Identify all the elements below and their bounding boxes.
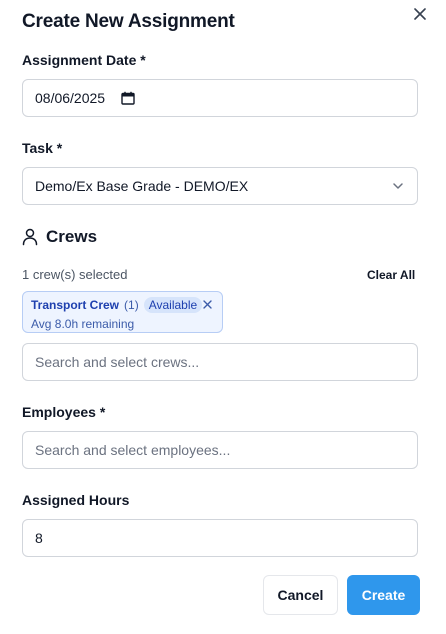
assigned-hours-label: Assigned Hours [22, 492, 130, 508]
assigned-hours-input[interactable]: 8 [22, 519, 418, 557]
crew-chip-count: (1) [124, 298, 139, 312]
crews-heading: Crews [46, 227, 98, 246]
calendar-icon[interactable] [121, 91, 135, 105]
crews-search-placeholder: Search and select crews... [35, 354, 200, 370]
close-button[interactable] [410, 4, 430, 24]
employees-label: Employees * [22, 404, 106, 420]
create-button[interactable]: Create [347, 575, 420, 615]
task-selected-value: Demo/Ex Base Grade - DEMO/EX [35, 178, 249, 194]
clear-all-button[interactable]: Clear All [367, 268, 415, 282]
crews-selected-count: 1 crew(s) selected [22, 267, 128, 282]
assigned-hours-value: 8 [35, 530, 43, 546]
create-assignment-dialog: Create New Assignment Assignment Date * … [0, 0, 446, 634]
crew-chip: Transport Crew (1) Available Avg 8.0h re… [22, 291, 223, 333]
cancel-button[interactable]: Cancel [263, 575, 338, 615]
crews-search-input[interactable]: Search and select crews... [22, 343, 418, 381]
assignment-date-input[interactable]: 08/06/2025 [22, 79, 418, 117]
employees-search-placeholder: Search and select employees... [35, 442, 231, 458]
dialog-title: Create New Assignment [22, 11, 235, 32]
crew-status-badge: Available [143, 297, 203, 313]
crews-section-header: Crews [22, 227, 97, 247]
employees-search-input[interactable]: Search and select employees... [22, 431, 418, 469]
close-icon [414, 8, 426, 20]
crew-chip-remaining: Avg 8.0h remaining [31, 317, 135, 331]
remove-icon[interactable] [203, 300, 212, 309]
chevron-down-icon [391, 179, 405, 193]
assignment-date-value: 08/06/2025 [35, 90, 106, 106]
assignment-date-label: Assignment Date * [22, 52, 146, 68]
crew-chip-name: Transport Crew [31, 298, 120, 312]
task-select[interactable]: Demo/Ex Base Grade - DEMO/EX [22, 167, 418, 205]
user-icon [22, 228, 38, 246]
task-label: Task * [22, 140, 63, 156]
